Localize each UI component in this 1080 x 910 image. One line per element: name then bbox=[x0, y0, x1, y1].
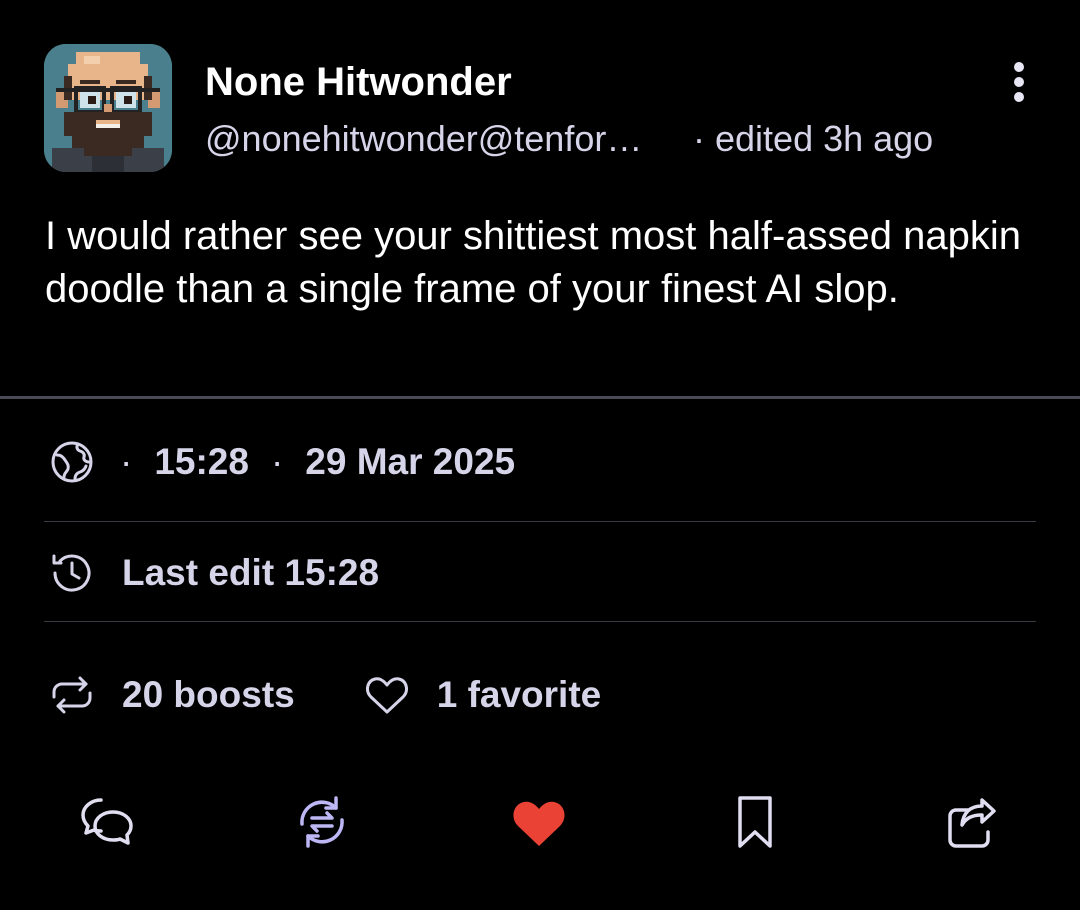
boost-count-icon bbox=[46, 669, 98, 721]
content-divider bbox=[0, 396, 1080, 399]
favorites-stat[interactable]: 1 favorite bbox=[361, 669, 602, 721]
boost-button[interactable] bbox=[290, 790, 354, 854]
post-action-bar bbox=[0, 790, 1080, 854]
heart-outline-icon bbox=[361, 669, 413, 721]
share-button[interactable] bbox=[940, 790, 1004, 854]
author-avatar[interactable] bbox=[44, 44, 172, 172]
post-date: 29 Mar 2025 bbox=[305, 441, 516, 482]
boosts-count-label: 20 boosts bbox=[122, 674, 295, 715]
last-edit-label: Last edit 15:28 bbox=[122, 552, 380, 593]
more-dot-icon bbox=[1014, 92, 1024, 102]
stats-row: 20 boosts 1 favorite bbox=[46, 669, 601, 721]
bookmark-button[interactable] bbox=[723, 790, 787, 854]
reply-button[interactable] bbox=[75, 790, 139, 854]
share-icon bbox=[948, 798, 996, 848]
post-meta-row: · 15:28 · 29 Mar 2025 bbox=[46, 436, 515, 488]
boost-arrows-icon bbox=[300, 796, 344, 848]
chat-bubbles-icon bbox=[81, 798, 133, 845]
bookmark-icon bbox=[738, 796, 772, 848]
author-handle-row: @nonehitwonder@tenforward.social · edite… bbox=[205, 118, 933, 160]
meta-divider bbox=[44, 521, 1036, 522]
more-dot-icon bbox=[1014, 62, 1024, 72]
favorites-count-label: 1 favorite bbox=[436, 674, 602, 715]
last-edit-row[interactable]: Last edit 15:28 bbox=[46, 547, 379, 599]
post-content: I would rather see your shittiest most h… bbox=[45, 214, 1022, 311]
globe-icon[interactable] bbox=[46, 436, 98, 488]
pixel-art-bearded-man-avatar bbox=[44, 44, 172, 172]
post-time: 15:28 bbox=[154, 441, 249, 482]
history-clock-icon bbox=[46, 547, 98, 599]
edited-separator: · bbox=[693, 118, 705, 159]
meta-separator: · bbox=[120, 441, 133, 482]
more-dot-icon bbox=[1014, 77, 1024, 87]
author-display-name[interactable]: None Hitwonder bbox=[205, 60, 512, 105]
more-options-button[interactable] bbox=[998, 58, 1042, 106]
meta-separator: · bbox=[270, 441, 284, 482]
author-handle[interactable]: @nonehitwonder@tenforward.social bbox=[205, 118, 665, 160]
edit-divider bbox=[44, 621, 1036, 622]
favorite-button[interactable] bbox=[507, 790, 571, 854]
boosts-stat[interactable]: 20 boosts bbox=[46, 669, 295, 721]
heart-icon bbox=[513, 801, 565, 846]
edited-label[interactable]: edited 3h ago bbox=[715, 118, 933, 160]
